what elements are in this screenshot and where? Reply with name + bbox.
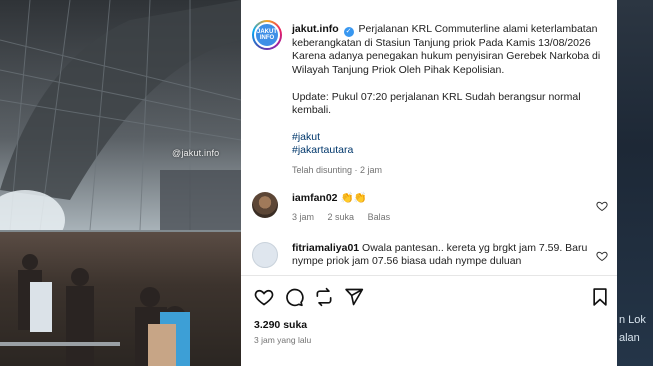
background-text: n Lok — [619, 314, 646, 326]
post-photo[interactable]: @jakut.info — [0, 0, 241, 366]
author-avatar[interactable]: JAKUT INFO — [252, 20, 282, 50]
edited-time: Telah disunting · 2 jam — [292, 164, 383, 175]
commenter-avatar[interactable] — [252, 192, 278, 218]
commenter-avatar[interactable] — [252, 242, 278, 268]
likes-count[interactable]: 3.290 suka — [254, 319, 307, 331]
bookmark-icon[interactable] — [590, 287, 610, 307]
comment-item: iamfan02 👏👏 3 jam 2 suka Balas — [252, 192, 608, 228]
background-text: alan — [619, 332, 640, 344]
comment-item: fitriamaliya01 Owala pantesan.. kereta y… — [252, 242, 608, 272]
commenter-username[interactable]: iamfan02 — [292, 192, 338, 204]
verified-icon: ✓ — [343, 27, 354, 37]
divider — [241, 275, 617, 276]
repost-icon[interactable] — [314, 287, 334, 307]
hashtag-jakut[interactable]: #jakut — [292, 131, 610, 144]
comment-time: 3 jam — [292, 212, 315, 223]
background-panel: n Lok alan — [617, 0, 653, 366]
post-caption: jakut.info ✓ Perjalanan KRL Commuterline… — [292, 23, 610, 177]
comment-text: 👏👏 — [340, 192, 367, 204]
station-roof-image — [0, 0, 241, 230]
crowd-image — [0, 232, 241, 366]
author-username[interactable]: jakut.info — [292, 23, 339, 35]
comment-likes[interactable]: 2 suka — [328, 212, 355, 222]
post-time: 3 jam yang lalu — [254, 335, 312, 345]
hashtag-jakartautara[interactable]: #jakartautara — [292, 144, 610, 157]
comment-icon[interactable] — [284, 287, 304, 307]
comment-heart-icon[interactable] — [596, 200, 608, 212]
avatar-logo: JAKUT INFO — [254, 22, 280, 48]
caption-text: Perjalanan KRL Commuterline alami keterl… — [292, 23, 601, 76]
caption-update: Update: Pukul 07:20 perjalanan KRL Sudah… — [292, 90, 581, 117]
commenter-username[interactable]: fitriamaliya01 — [292, 242, 359, 254]
action-bar — [254, 287, 610, 309]
share-icon[interactable] — [344, 287, 364, 307]
reply-button[interactable]: Balas — [368, 212, 391, 222]
like-heart-icon[interactable] — [254, 287, 274, 307]
comment-heart-icon[interactable] — [596, 250, 608, 262]
post-panel: JAKUT INFO jakut.info ✓ Perjalanan KRL C… — [241, 0, 617, 366]
photo-watermark: @jakut.info — [172, 148, 220, 158]
